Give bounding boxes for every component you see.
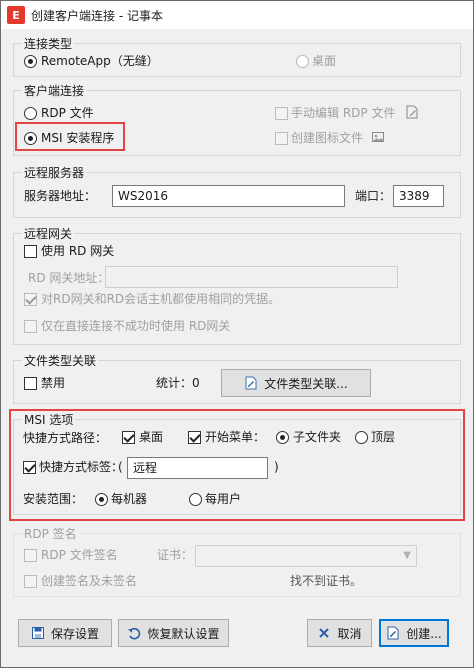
remote-gateway-title: 远程网关 bbox=[22, 225, 75, 242]
file-edit-icon bbox=[245, 376, 257, 390]
msi-highlight-box bbox=[15, 122, 125, 151]
edit-file-icon[interactable] bbox=[405, 105, 419, 119]
file-type-association-button[interactable]: 文件类型关联... bbox=[221, 369, 371, 397]
rdp-sign-checkbox[interactable] bbox=[24, 549, 37, 562]
rdp-signature-group: RDP 签名 RDP 文件签名 证书： ▼ 创建签名及未签名 找不到证书。 bbox=[13, 525, 461, 597]
manual-edit-rdp-checkbox[interactable] bbox=[275, 107, 288, 120]
file-create-icon bbox=[387, 626, 399, 640]
connection-type-title: 连接类型 bbox=[22, 35, 75, 52]
desktop-radio[interactable] bbox=[296, 55, 309, 68]
rd-gateway-address-input[interactable] bbox=[105, 266, 398, 288]
remoteapp-radio[interactable] bbox=[24, 55, 37, 68]
window-title: 创建客户端连接 - 记事本 bbox=[31, 8, 163, 23]
rdp-sign-label: RDP 文件签名 bbox=[41, 548, 118, 562]
title-bar: E 创建客户端连接 - 记事本 bbox=[1, 1, 473, 29]
create-button[interactable]: 创建... bbox=[379, 619, 449, 647]
create-icon-file-label: 创建图标文件 bbox=[291, 131, 364, 145]
desktop-label: 桌面 bbox=[312, 54, 337, 68]
only-if-direct-fails-label: 仅在直接连接不成功时使用 RD网关 bbox=[41, 319, 231, 333]
file-association-group: 文件类型关联 禁用 统计：0 文件类型关联... bbox=[13, 352, 461, 404]
connection-type-group: 连接类型 RemoteApp（无缝） 桌面 bbox=[13, 35, 461, 77]
remoteapp-label: RemoteApp（无缝） bbox=[41, 54, 159, 68]
certificate-label: 证书： bbox=[157, 548, 194, 562]
file-assoc-stats: 统计：0 bbox=[156, 376, 200, 390]
client-connection-title: 客户端连接 bbox=[22, 82, 87, 99]
disable-file-assoc-checkbox[interactable] bbox=[24, 377, 37, 390]
msi-options-highlight-box bbox=[9, 409, 465, 521]
save-icon bbox=[31, 627, 44, 639]
remote-gateway-group: 远程网关 使用 RD 网关 RD 网关地址： 对RD网关和RD会话主机都使用相同… bbox=[13, 225, 461, 345]
file-association-title: 文件类型关联 bbox=[22, 352, 99, 369]
image-file-icon[interactable] bbox=[371, 130, 385, 144]
save-settings-label: 保存设置 bbox=[50, 626, 99, 641]
server-address-label: 服务器地址： bbox=[24, 189, 97, 203]
only-if-direct-fails-checkbox[interactable] bbox=[24, 320, 37, 333]
rd-gateway-address-label: RD 网关地址： bbox=[28, 271, 110, 285]
disable-file-assoc-label: 禁用 bbox=[41, 376, 66, 390]
cancel-button[interactable]: 取消 bbox=[307, 619, 372, 647]
remote-server-title: 远程服务器 bbox=[22, 164, 87, 181]
server-address-input[interactable]: WS2016 bbox=[112, 185, 345, 207]
remote-server-group: 远程服务器 服务器地址： WS2016 端口： 3389 bbox=[13, 164, 461, 218]
no-certificate-text: 找不到证书。 bbox=[290, 574, 363, 588]
rdp-file-radio[interactable] bbox=[24, 107, 37, 120]
create-signed-unsigned-label: 创建签名及未签名 bbox=[41, 574, 138, 588]
use-rd-gateway-checkbox[interactable] bbox=[24, 245, 37, 258]
restore-defaults-label: 恢复默认设置 bbox=[147, 626, 220, 641]
file-type-association-label: 文件类型关联... bbox=[264, 376, 348, 391]
create-label: 创建... bbox=[406, 626, 442, 641]
app-window: E 创建客户端连接 - 记事本 连接类型 RemoteApp（无缝） 桌面 客户… bbox=[0, 0, 474, 668]
app-icon: E bbox=[7, 6, 25, 24]
certificate-select[interactable]: ▼ bbox=[195, 545, 417, 567]
cancel-label: 取消 bbox=[337, 626, 362, 641]
create-signed-unsigned-checkbox[interactable] bbox=[24, 575, 37, 588]
create-icon-file-checkbox[interactable] bbox=[275, 132, 288, 145]
close-icon bbox=[319, 628, 330, 638]
port-label: 端口： bbox=[355, 189, 392, 203]
save-settings-button[interactable]: 保存设置 bbox=[18, 619, 112, 647]
restore-defaults-button[interactable]: 恢复默认设置 bbox=[118, 619, 229, 647]
rdp-signature-title: RDP 签名 bbox=[22, 525, 79, 542]
rdp-file-label: RDP 文件 bbox=[41, 106, 94, 120]
port-input[interactable]: 3389 bbox=[393, 185, 444, 207]
same-credentials-label: 对RD网关和RD会话主机都使用相同的凭据。 bbox=[41, 292, 281, 306]
use-rd-gateway-label: 使用 RD 网关 bbox=[41, 244, 115, 258]
same-credentials-checkbox[interactable] bbox=[24, 293, 37, 306]
chevron-down-icon: ▼ bbox=[403, 550, 411, 561]
manual-edit-rdp-label: 手动编辑 RDP 文件 bbox=[291, 106, 396, 120]
undo-icon bbox=[128, 627, 141, 640]
